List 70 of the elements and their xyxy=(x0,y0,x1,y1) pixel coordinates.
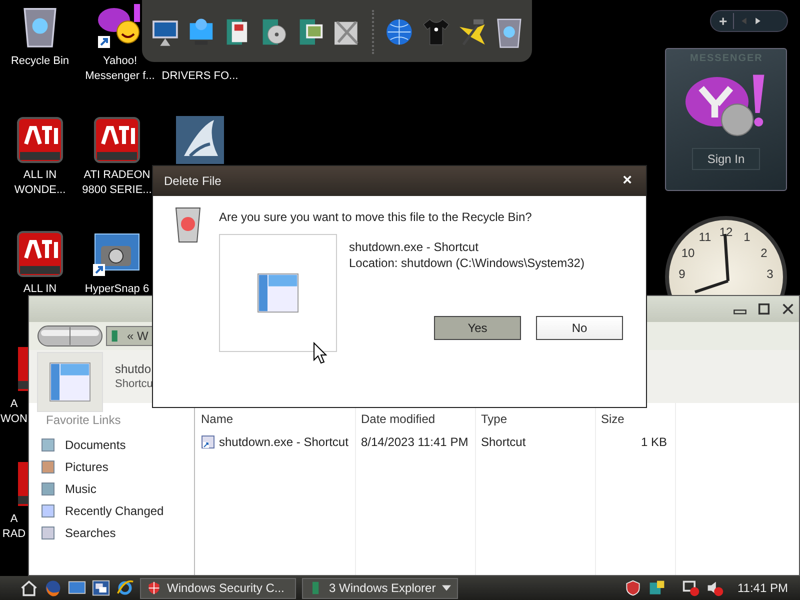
date-modified-cell-text: 8/14/2023 11:41 PM xyxy=(360,435,470,449)
desktop-icon-label: Messenger f... xyxy=(85,69,155,84)
column-header[interactable]: Name xyxy=(195,412,355,426)
shortcut-file-icon xyxy=(201,435,215,449)
add-gadget-button[interactable]: + xyxy=(719,13,728,29)
breadcrumb-path[interactable]: « W xyxy=(127,329,148,343)
file-name-cell[interactable]: shutdown.exe - Shortcut xyxy=(219,435,348,449)
column-header[interactable]: Type xyxy=(475,412,595,426)
close-icon[interactable] xyxy=(781,303,795,315)
desktop-icon-label: ATI RADEON xyxy=(84,168,150,183)
caret-icon[interactable] xyxy=(442,585,451,591)
maximize-icon[interactable] xyxy=(757,303,771,315)
window-file-icon xyxy=(257,272,299,314)
favorite-link[interactable]: Music xyxy=(41,478,194,500)
next-icon[interactable] xyxy=(754,17,762,25)
favorite-link[interactable]: Recently Changed xyxy=(41,500,194,522)
taskbar-button[interactable]: Windows Security C... xyxy=(140,578,296,598)
type-cell-text: Shortcut xyxy=(480,435,527,449)
desktop-icon[interactable] xyxy=(68,579,86,597)
desktop-icon-label: A xyxy=(10,397,18,412)
desktop-icon-label: HyperSnap 6 xyxy=(84,282,150,297)
taskbar-button[interactable]: 3 Windows Explorer xyxy=(302,578,458,598)
desktop-icon-label: Recycle Bin xyxy=(10,54,70,69)
column-header[interactable]: Date modified xyxy=(355,412,475,426)
dialog-button[interactable]: No xyxy=(536,316,623,340)
clock-numeral: 12 xyxy=(719,225,733,239)
windows-icon[interactable] xyxy=(92,579,110,597)
mouse-pointer-icon xyxy=(313,342,327,364)
favorite-links-heading: Favorite Links xyxy=(46,413,122,427)
home-icon[interactable] xyxy=(20,579,38,597)
favorite-link[interactable]: Pictures xyxy=(41,456,194,478)
confirmation-message: Are you sure you want to move this file to the Recycle Bin? xyxy=(219,210,533,224)
preview-file-name: shutdo xyxy=(115,362,152,376)
desktop-icon-label: WON xyxy=(0,412,28,427)
desktop-icon-label: Yahoo! xyxy=(102,54,138,69)
dialog-title: Delete File xyxy=(164,174,222,188)
desktop-icon-label: A xyxy=(10,512,18,527)
taskbar-clock[interactable]: 11:41 PM xyxy=(738,581,794,595)
sign-in-button[interactable]: Sign In xyxy=(692,148,760,170)
clock-numeral: 9 xyxy=(678,267,686,281)
preview-file-type: Shortcu xyxy=(115,378,153,390)
desktop-icon-label: RAD xyxy=(2,527,26,542)
network-error-icon[interactable] xyxy=(682,579,700,597)
favorite-link[interactable]: Documents xyxy=(41,434,194,456)
favorite-link[interactable]: Searches xyxy=(41,522,194,544)
volume-muted-icon[interactable] xyxy=(706,579,724,597)
file-location: Location: shutdown (C:\Windows\System32) xyxy=(349,256,584,270)
close-button[interactable]: × xyxy=(622,172,632,190)
size-cell-text: 1 KB xyxy=(640,435,668,449)
clock-numeral: 10 xyxy=(681,246,695,260)
back-forward-icon[interactable] xyxy=(37,324,103,348)
dialog-button[interactable]: Yes xyxy=(434,316,521,340)
firefox-icon[interactable] xyxy=(44,579,62,597)
shield-icon xyxy=(147,581,161,595)
file-name: shutdown.exe - Shortcut xyxy=(349,240,480,254)
desktop-icon-label: DRIVERS FO... xyxy=(162,69,238,84)
column-header[interactable]: Size xyxy=(595,412,675,426)
desktop-icon-label: ALL IN xyxy=(23,168,57,183)
clock-numeral: 2 xyxy=(760,246,768,260)
desktop-icon-label: WONDE... xyxy=(14,183,66,198)
window-file-icon xyxy=(49,362,91,402)
clock-numeral: 11 xyxy=(698,230,712,244)
clock-numeral: 3 xyxy=(766,267,774,281)
clock-numeral: 1 xyxy=(744,230,750,244)
tray-app-icon[interactable] xyxy=(648,579,666,597)
desktop-icon-label: ALL IN xyxy=(23,282,57,297)
sail-icon[interactable] xyxy=(176,116,224,164)
shield-icon[interactable] xyxy=(624,579,642,597)
desktop-icon-label: 9800 SERIE... xyxy=(82,183,152,198)
internet-explorer-icon[interactable] xyxy=(116,579,134,597)
